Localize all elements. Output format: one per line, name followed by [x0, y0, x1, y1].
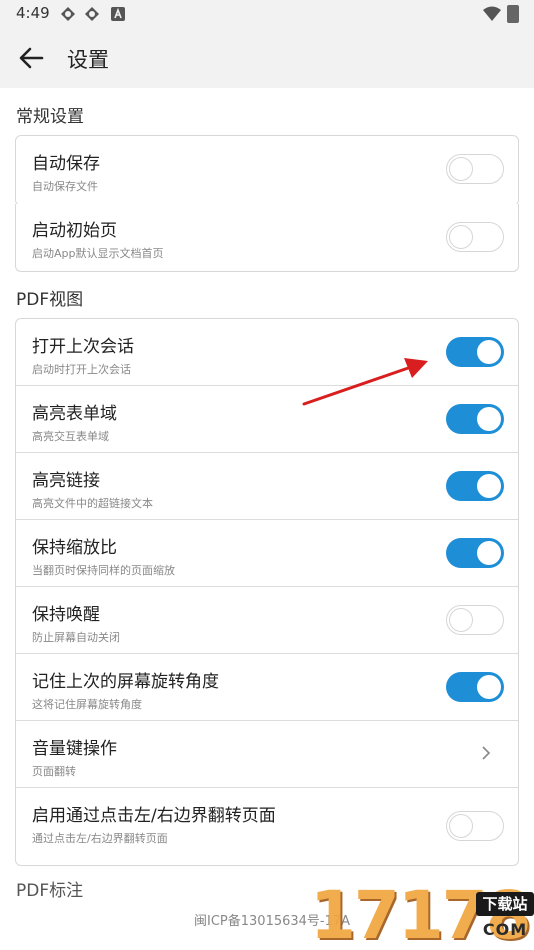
watermark-badge: 下载站: [476, 892, 534, 916]
setting-row-remember-rotation[interactable]: 记住上次的屏幕旋转角度 这将记住屏幕旋转角度: [16, 654, 518, 721]
settings-card-general: 自动保存 自动保存文件: [15, 135, 519, 206]
highlight-form-fields-toggle[interactable]: [446, 404, 504, 434]
setting-row-volume-key[interactable]: 音量键操作 页面翻转: [16, 721, 518, 788]
setting-label: 启动初始页: [32, 221, 117, 241]
status-time: 4:49: [16, 4, 50, 22]
setting-desc: 高亮交互表单域: [32, 430, 109, 443]
setting-label: 启用通过点击左/右边界翻转页面: [32, 806, 276, 826]
setting-label: 记住上次的屏幕旋转角度: [32, 672, 219, 692]
setting-row-tap-edge-turn[interactable]: 启用通过点击左/右边界翻转页面 通过点击左/右边界翻转页面: [16, 788, 518, 865]
highlight-links-toggle[interactable]: [446, 471, 504, 501]
settings-card-pdf-view: 打开上次会话 启动时打开上次会话 高亮表单域 高亮交互表单域 高亮链接 高亮文件…: [15, 318, 519, 866]
start-page-toggle[interactable]: [446, 222, 504, 252]
tap-edge-turn-toggle[interactable]: [446, 811, 504, 841]
setting-desc: 防止屏幕自动关闭: [32, 631, 120, 644]
open-last-session-toggle[interactable]: [446, 337, 504, 367]
toggle-knob: [477, 407, 501, 431]
setting-row-highlight-links[interactable]: 高亮链接 高亮文件中的超链接文本: [16, 453, 518, 520]
toggle-knob: [449, 157, 473, 181]
app-notification-icon: [85, 7, 99, 21]
wifi-icon: [483, 6, 501, 21]
setting-row-open-last-session[interactable]: 打开上次会话 启动时打开上次会话: [16, 319, 518, 386]
setting-label: 高亮链接: [32, 471, 100, 491]
auto-save-toggle[interactable]: [446, 154, 504, 184]
setting-desc: 启动时打开上次会话: [32, 363, 131, 376]
section-title-pdf-annotation: PDF标注: [16, 881, 84, 901]
setting-label: 保持缩放比: [32, 538, 117, 558]
toggle-knob: [449, 608, 473, 632]
toggle-knob: [477, 474, 501, 498]
setting-desc: 通过点击左/右边界翻转页面: [32, 832, 168, 845]
keep-awake-toggle[interactable]: [446, 605, 504, 635]
site-watermark: 17178 下载站 COM: [310, 882, 534, 950]
battery-icon: [507, 5, 519, 23]
setting-label: 音量键操作: [32, 739, 117, 759]
toggle-knob: [449, 225, 473, 249]
setting-label: 保持唤醒: [32, 605, 100, 625]
setting-desc: 启动App默认显示文档首页: [32, 247, 164, 260]
setting-label: 高亮表单域: [32, 404, 117, 424]
setting-row-highlight-form-fields[interactable]: 高亮表单域 高亮交互表单域: [16, 386, 518, 453]
remember-rotation-toggle[interactable]: [446, 672, 504, 702]
toggle-knob: [449, 814, 473, 838]
setting-desc: 自动保存文件: [32, 180, 98, 193]
section-title-pdf-view: PDF视图: [16, 290, 84, 310]
setting-row-start-page[interactable]: 启动初始页 启动App默认显示文档首页: [16, 204, 518, 271]
app-notification-icon: [61, 7, 75, 21]
section-title-general: 常规设置: [16, 107, 84, 127]
setting-desc: 页面翻转: [32, 765, 76, 778]
setting-row-keep-zoom[interactable]: 保持缩放比 当翻页时保持同样的页面缩放: [16, 520, 518, 587]
page-title: 设置: [67, 48, 109, 72]
setting-label: 自动保存: [32, 154, 100, 174]
settings-card-general-2: 启动初始页 启动App默认显示文档首页: [15, 204, 519, 272]
keep-zoom-toggle[interactable]: [446, 538, 504, 568]
setting-row-keep-awake[interactable]: 保持唤醒 防止屏幕自动关闭: [16, 587, 518, 654]
status-bar: 4:49: [0, 0, 534, 28]
toggle-knob: [477, 675, 501, 699]
toggle-knob: [477, 541, 501, 565]
a-notification-icon: [111, 7, 125, 21]
annotation-arrow: [302, 358, 428, 406]
toggle-knob: [477, 340, 501, 364]
watermark-suffix: COM: [482, 920, 528, 939]
chevron-right-icon: [482, 746, 491, 760]
arrow-left-icon[interactable]: [18, 46, 44, 70]
setting-label: 打开上次会话: [32, 337, 134, 357]
setting-row-auto-save[interactable]: 自动保存 自动保存文件: [16, 136, 518, 205]
setting-desc: 当翻页时保持同样的页面缩放: [32, 564, 175, 577]
setting-desc: 这将记住屏幕旋转角度: [32, 698, 142, 711]
setting-desc: 高亮文件中的超链接文本: [32, 497, 153, 510]
app-bar: 设置: [0, 28, 534, 88]
